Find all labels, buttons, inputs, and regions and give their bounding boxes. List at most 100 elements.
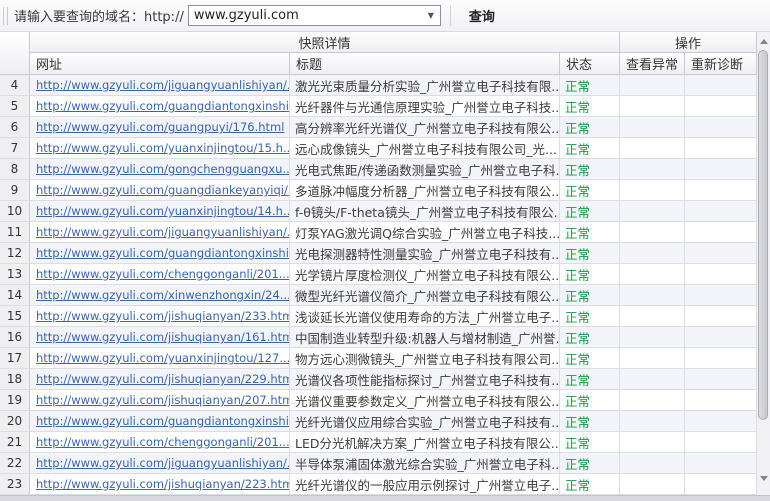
url-link[interactable]: http://www.gzyuli.com/jishuqianyan/207.h…: [36, 393, 290, 407]
rediagnose-cell[interactable]: [685, 264, 757, 285]
url-link[interactable]: http://www.gzyuli.com/gongchengguangxu..…: [36, 162, 290, 176]
url-cell: http://www.gzyuli.com/jishuqianyan/161.h…: [30, 327, 290, 348]
view-exception-cell[interactable]: [620, 201, 685, 222]
view-exception-cell[interactable]: [620, 180, 685, 201]
row-number: 18: [0, 369, 30, 390]
rediagnose-cell[interactable]: [685, 432, 757, 453]
url-link[interactable]: http://www.gzyuli.com/guangdiantongxinsh…: [36, 246, 290, 260]
rediagnose-cell[interactable]: [685, 159, 757, 180]
view-exception-cell[interactable]: [620, 159, 685, 180]
rediagnose-cell[interactable]: [685, 96, 757, 117]
view-exception-cell[interactable]: [620, 96, 685, 117]
view-exception-cell[interactable]: [620, 432, 685, 453]
view-exception-cell[interactable]: [620, 285, 685, 306]
row-number: 16: [0, 327, 30, 348]
rediagnose-cell[interactable]: [685, 411, 757, 432]
rediagnose-cell[interactable]: [685, 75, 757, 96]
url-link[interactable]: http://www.gzyuli.com/yuanxinjingtou/15.…: [36, 141, 290, 155]
table-row: 5 http://www.gzyuli.com/guangdiantongxins…: [0, 96, 757, 117]
view-exception-cell[interactable]: [620, 243, 685, 264]
url-link[interactable]: http://www.gzyuli.com/jishuqianyan/229.h…: [36, 372, 290, 386]
url-link[interactable]: http://www.gzyuli.com/guangdiantongxinsh…: [36, 99, 290, 113]
title-cell: 微型光纤光谱仪简介_广州誉立电子科技有限公...: [290, 285, 560, 306]
url-link[interactable]: http://www.gzyuli.com/chenggonganli/201.…: [36, 435, 290, 449]
url-link[interactable]: http://www.gzyuli.com/guangdiantongxinsh…: [36, 414, 290, 428]
title-cell: 多道脉冲幅度分析器_广州誉立电子科技有限公...: [290, 180, 560, 201]
url-link[interactable]: http://www.gzyuli.com/jiguangyuanlishiya…: [36, 456, 290, 470]
table-row: 23http://www.gzyuli.com/jishuqianyan/223…: [0, 474, 757, 495]
column-header-view-exception[interactable]: 查看异常: [620, 53, 685, 75]
scrollbar-up-button[interactable]: [757, 34, 770, 49]
status-text: 正常: [560, 201, 620, 222]
view-exception-cell[interactable]: [620, 327, 685, 348]
rediagnose-cell[interactable]: [685, 369, 757, 390]
rediagnose-cell[interactable]: [685, 453, 757, 474]
rediagnose-cell[interactable]: [685, 348, 757, 369]
view-exception-cell[interactable]: [620, 453, 685, 474]
rediagnose-cell[interactable]: [685, 327, 757, 348]
vertical-scrollbar[interactable]: [757, 32, 770, 496]
url-link[interactable]: http://www.gzyuli.com/guangdiankeyanyiqi…: [36, 183, 290, 197]
url-cell: http://www.gzyuli.com/yuanxinjingtou/15.…: [30, 138, 290, 159]
url-link[interactable]: http://www.gzyuli.com/jiguangyuanlishiya…: [36, 225, 290, 239]
rediagnose-cell[interactable]: [685, 138, 757, 159]
table-row: 11http://www.gzyuli.com/jiguangyuanlishi…: [0, 222, 757, 243]
scrollbar-thumb[interactable]: [758, 50, 768, 420]
title-cell: 光谱仪重要参数定义_广州誉立电子科技有限公...: [290, 390, 560, 411]
view-exception-cell[interactable]: [620, 348, 685, 369]
toolbar-grip-icon[interactable]: [3, 7, 8, 25]
url-cell: http://www.gzyuli.com/guangdiantongxinsh…: [30, 411, 290, 432]
rediagnose-cell[interactable]: [685, 243, 757, 264]
rediagnose-cell[interactable]: [685, 285, 757, 306]
title-cell: 激光光束质量分析实验_广州誉立电子科技有限...: [290, 75, 560, 96]
url-link[interactable]: http://www.gzyuli.com/jishuqianyan/233.h…: [36, 309, 290, 323]
column-header-status[interactable]: 状态: [560, 53, 620, 75]
table-row: 19http://www.gzyuli.com/jishuqianyan/207…: [0, 390, 757, 411]
table-row: 7http://www.gzyuli.com/yuanxinjingtou/15…: [0, 138, 757, 159]
query-toolbar: 请输入要查询的域名：http:// www.gzyuli.com ▼ 查询: [0, 0, 770, 32]
rediagnose-cell[interactable]: [685, 117, 757, 138]
rediagnose-cell[interactable]: [685, 180, 757, 201]
row-number: 22: [0, 453, 30, 474]
url-link[interactable]: http://www.gzyuli.com/guangpuyi/176.html: [36, 120, 284, 134]
view-exception-cell[interactable]: [620, 75, 685, 96]
query-button[interactable]: 查询: [461, 2, 503, 29]
rediagnose-cell[interactable]: [685, 390, 757, 411]
view-exception-cell[interactable]: [620, 411, 685, 432]
url-link[interactable]: http://www.gzyuli.com/xinwenzhongxin/24.…: [36, 288, 290, 302]
view-exception-cell[interactable]: [620, 306, 685, 327]
title-cell: LED分光机解决方案_广州誉立电子科技有限公...: [290, 432, 560, 453]
rediagnose-cell[interactable]: [685, 474, 757, 495]
domain-combobox[interactable]: www.gzyuli.com ▼: [188, 5, 441, 26]
url-link[interactable]: http://www.gzyuli.com/yuanxinjingtou/14.…: [36, 204, 290, 218]
rediagnose-cell[interactable]: [685, 201, 757, 222]
combobox-dropdown-icon[interactable]: ▼: [422, 11, 440, 20]
view-exception-cell[interactable]: [620, 117, 685, 138]
url-link[interactable]: http://www.gzyuli.com/jishuqianyan/161.h…: [36, 330, 290, 344]
view-exception-cell[interactable]: [620, 222, 685, 243]
view-exception-cell[interactable]: [620, 369, 685, 390]
url-link[interactable]: http://www.gzyuli.com/jishuqianyan/223.h…: [36, 477, 290, 491]
url-link[interactable]: http://www.gzyuli.com/yuanxinjingtou/127…: [36, 351, 290, 365]
url-link[interactable]: http://www.gzyuli.com/chenggonganli/201.…: [36, 267, 290, 281]
rediagnose-cell[interactable]: [685, 306, 757, 327]
scrollbar-down-button[interactable]: [757, 471, 770, 486]
column-header-rediagnose[interactable]: 重新诊断: [685, 53, 757, 75]
view-exception-cell[interactable]: [620, 390, 685, 411]
table-row: 17http://www.gzyuli.com/yuanxinjingtou/1…: [0, 348, 757, 369]
domain-input-label: 请输入要查询的域名：http://: [14, 6, 184, 25]
title-cell: 物方远心测微镜头_广州誉立电子科技有限公司...: [290, 348, 560, 369]
domain-combobox-value: www.gzyuli.com: [189, 8, 422, 23]
url-link[interactable]: http://www.gzyuli.com/jiguangyuanlishiya…: [36, 78, 290, 92]
view-exception-cell[interactable]: [620, 138, 685, 159]
row-number: 5: [0, 96, 30, 117]
row-number: 9: [0, 180, 30, 201]
view-exception-cell[interactable]: [620, 474, 685, 495]
column-header-url[interactable]: 网址: [30, 53, 290, 75]
table-row: 4http://www.gzyuli.com/jiguangyuanlishiy…: [0, 75, 757, 96]
title-cell: 光纤器件与光通信原理实验_广州誉立电子科技...: [290, 96, 560, 117]
view-exception-cell[interactable]: [620, 264, 685, 285]
status-text: 正常: [560, 306, 620, 327]
column-header-title[interactable]: 标题: [290, 53, 560, 75]
rediagnose-cell[interactable]: [685, 222, 757, 243]
